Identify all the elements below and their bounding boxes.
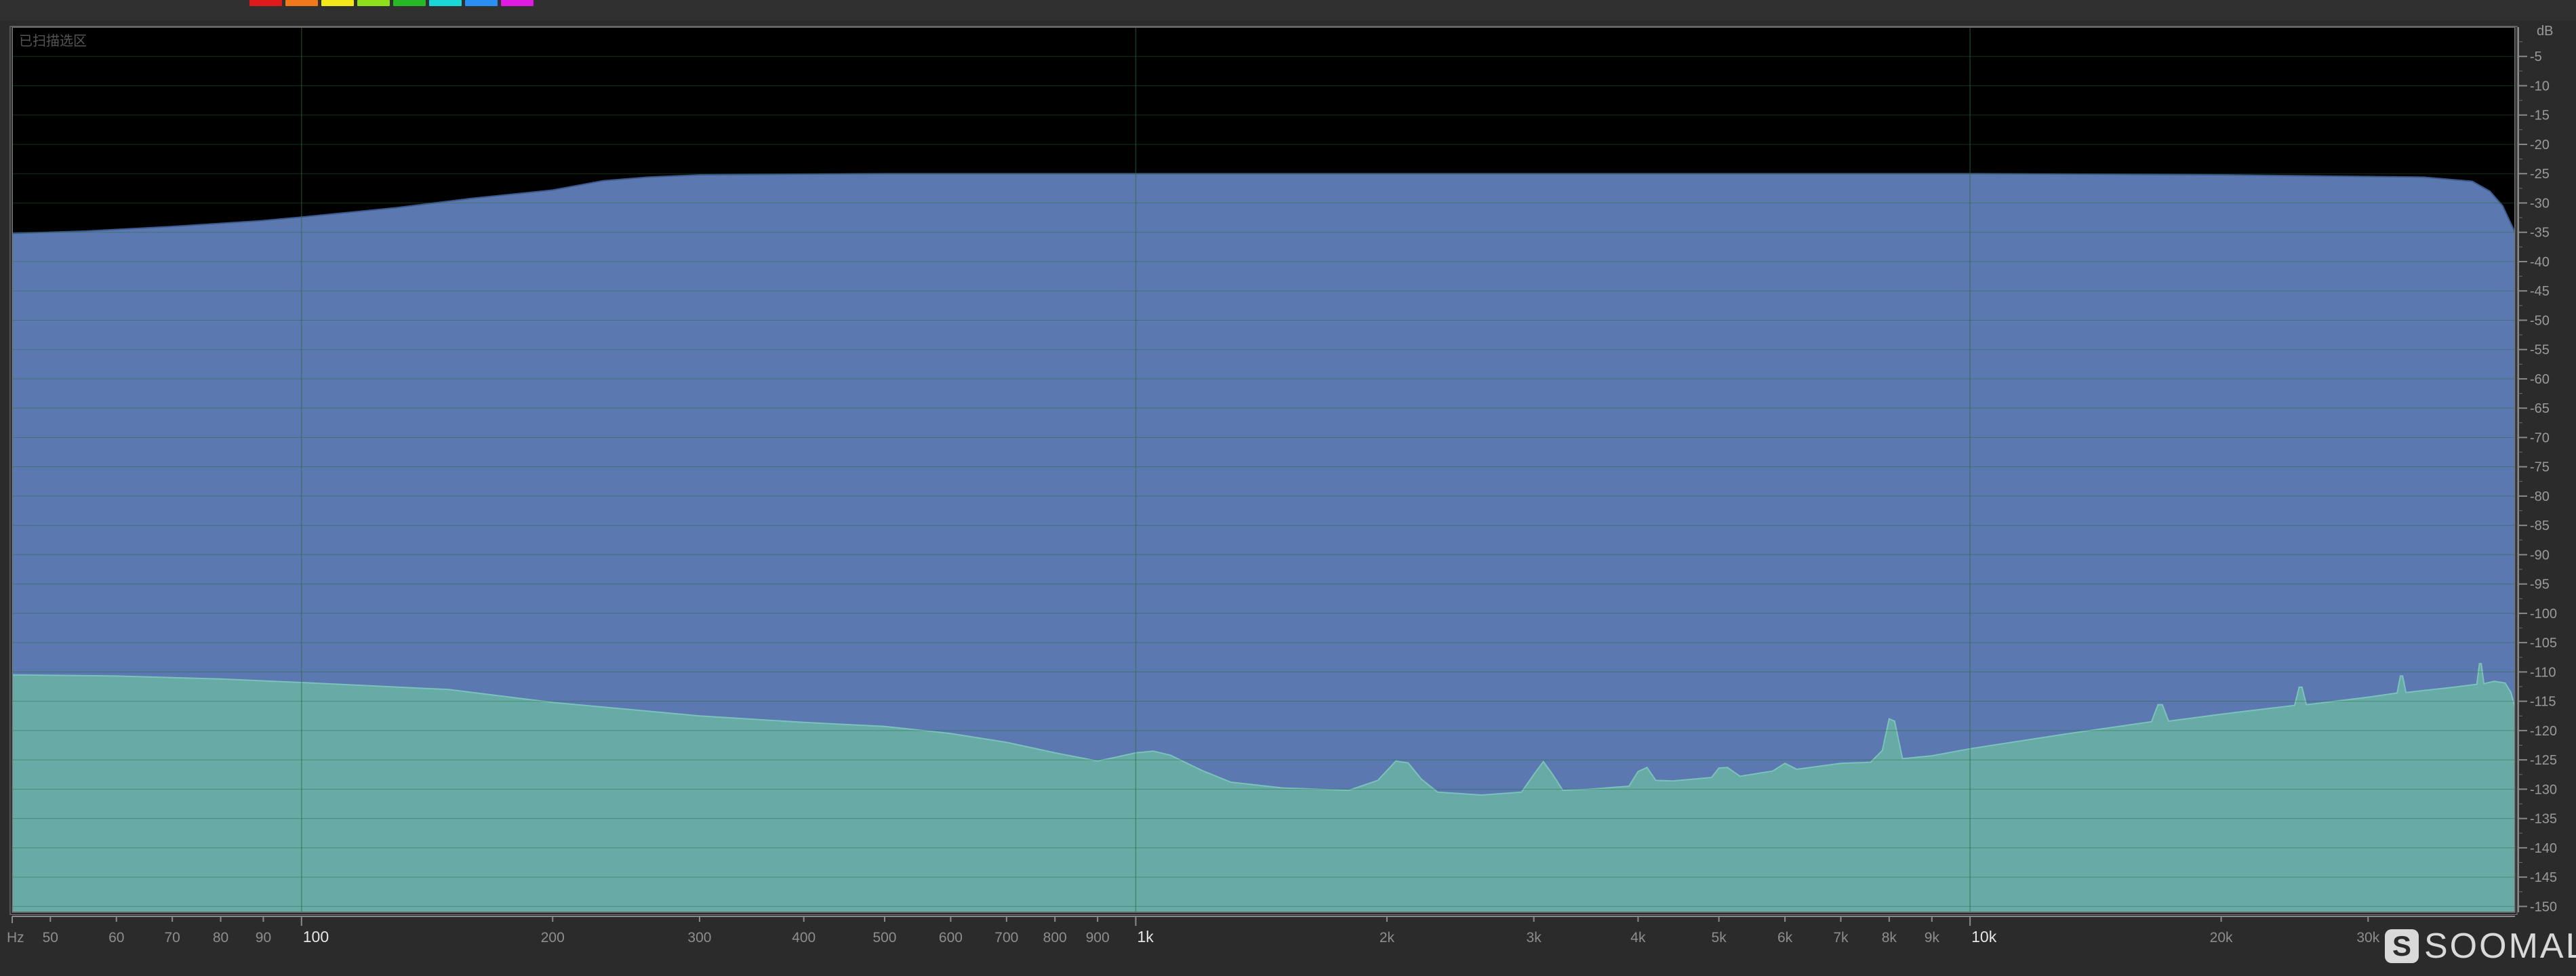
y-tick-label: -55	[2530, 343, 2550, 358]
x-tick-label: 60	[108, 930, 124, 946]
y-tick-label: -110	[2530, 665, 2556, 680]
x-tick-label: 80	[213, 930, 228, 946]
y-tick-label: -95	[2530, 577, 2550, 592]
x-tick-label: 9k	[1925, 930, 1940, 946]
soomal-logo-text: SOOMAL	[2424, 927, 2576, 966]
y-tick-label: -50	[2530, 313, 2550, 328]
y-tick-label: -130	[2530, 782, 2557, 797]
y-tick-label: -75	[2530, 460, 2550, 475]
soomal-logo-icon: S	[2385, 929, 2419, 963]
y-tick-label: -100	[2530, 607, 2557, 622]
x-tick-label: 50	[43, 930, 58, 946]
x-tick-label: 300	[687, 930, 711, 946]
x-tick-label: 500	[872, 930, 896, 946]
y-tick-label: -135	[2530, 812, 2557, 827]
y-tick-label: -20	[2530, 138, 2550, 152]
y-tick-label: -105	[2530, 636, 2557, 651]
x-tick-label: 400	[792, 930, 816, 946]
x-tick-label: 800	[1043, 930, 1067, 946]
x-tick-label: 8k	[1882, 930, 1897, 946]
y-tick-label: -150	[2530, 899, 2557, 914]
y-tick-label: -35	[2530, 226, 2550, 241]
y-tick-label: -125	[2530, 753, 2557, 768]
x-tick-label: 20k	[2210, 930, 2233, 946]
x-tick-label: 100	[303, 928, 329, 946]
y-tick-label: -10	[2530, 79, 2550, 94]
x-tick-label: 6k	[1777, 930, 1793, 946]
y-tick-label: -60	[2530, 372, 2550, 387]
x-tick-label: 5k	[1712, 930, 1727, 946]
y-tick-label: -15	[2530, 108, 2550, 123]
spectrum-chart: dB -5 -10 -15 -20 -25 -30 -35 -40 -45 -50 -55 -60 -65…	[7, 24, 2557, 946]
x-tick-label: 7k	[1833, 930, 1849, 946]
y-axis-unit-label: dB	[2537, 24, 2553, 39]
x-tick-label: 600	[939, 930, 963, 946]
x-tick-label: 200	[541, 930, 565, 946]
y-tick-label: -65	[2530, 401, 2550, 416]
x-tick-label: 2k	[1380, 930, 1395, 946]
y-tick-label: -45	[2530, 284, 2550, 299]
y-tick-label: -40	[2530, 255, 2550, 270]
scanned-selection-label: 已扫描选区	[19, 34, 87, 49]
y-tick-label: -70	[2530, 430, 2550, 445]
x-tick-label: 3k	[1527, 930, 1542, 946]
y-tick-label: -90	[2530, 548, 2550, 563]
y-tick-label: -120	[2530, 724, 2557, 739]
y-tick-label: -25	[2530, 167, 2550, 182]
y-tick-label: -115	[2530, 695, 2556, 710]
y-tick-label: -30	[2530, 196, 2550, 211]
x-tick-label: 900	[1086, 930, 1110, 946]
y-tick-label: -5	[2530, 49, 2542, 64]
x-axis-unit-label: Hz	[7, 930, 24, 946]
x-tick-label: 30k	[2356, 930, 2379, 946]
x-tick-label: 1k	[1137, 928, 1154, 946]
x-tick-label: 4k	[1630, 930, 1646, 946]
soomal-logo: S SOOMAL	[2385, 927, 2576, 966]
x-tick-label: 10k	[1971, 928, 1997, 946]
y-tick-label: -85	[2530, 518, 2550, 533]
x-tick-label: 70	[164, 930, 180, 946]
x-tick-label: 90	[256, 930, 271, 946]
y-tick-label: -140	[2530, 841, 2557, 856]
x-tick-label: 700	[994, 930, 1018, 946]
y-tick-label: -80	[2530, 489, 2550, 504]
y-tick-label: -145	[2530, 870, 2557, 885]
